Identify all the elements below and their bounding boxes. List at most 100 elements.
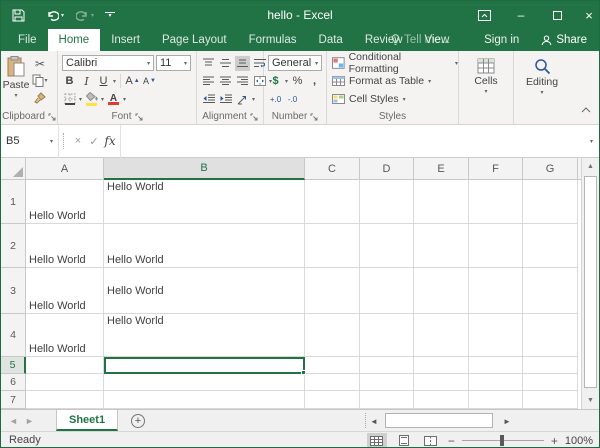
vertical-scrollbar[interactable]: ▲ ▼ bbox=[581, 158, 599, 409]
column-header-G[interactable]: G bbox=[523, 158, 578, 180]
confirm-entry-button[interactable]: ✓ bbox=[86, 131, 102, 151]
fill-handle[interactable] bbox=[301, 370, 306, 375]
font-name-combo[interactable]: Calibri▾ bbox=[62, 55, 154, 71]
column-header-C[interactable]: C bbox=[305, 158, 360, 180]
page-break-preview-button[interactable] bbox=[421, 433, 441, 448]
column-header-A[interactable]: A bbox=[26, 158, 104, 180]
bottom-align-button[interactable] bbox=[235, 56, 250, 71]
vertical-scrollbar-thumb[interactable] bbox=[584, 176, 597, 388]
cell-B6[interactable] bbox=[104, 374, 305, 391]
cell-F6[interactable] bbox=[469, 374, 523, 391]
name-box-dropdown-icon[interactable]: ▾ bbox=[50, 138, 53, 145]
paste-dropdown-icon[interactable]: ▾ bbox=[14, 92, 17, 99]
row-header-5[interactable]: 5 bbox=[1, 357, 26, 374]
tab-formulas[interactable]: Formulas bbox=[238, 29, 308, 51]
editing-button[interactable]: Editing ▾ bbox=[514, 54, 570, 112]
orientation-dropdown-icon[interactable]: ▾ bbox=[252, 96, 255, 103]
cell-G6[interactable] bbox=[523, 374, 578, 391]
cell-E4[interactable] bbox=[414, 314, 469, 357]
cell-C7[interactable] bbox=[305, 391, 360, 409]
sheet-tab-sheet1[interactable]: Sheet1 bbox=[56, 410, 118, 431]
next-sheet-icon[interactable]: ► bbox=[25, 410, 34, 432]
cell-E6[interactable] bbox=[414, 374, 469, 391]
zoom-out-button[interactable]: − bbox=[448, 434, 455, 448]
cell-E1[interactable] bbox=[414, 180, 469, 224]
format-painter-button[interactable] bbox=[31, 90, 49, 105]
scroll-down-icon[interactable]: ▼ bbox=[582, 392, 599, 409]
underline-button[interactable]: U bbox=[96, 74, 111, 89]
cell-A2[interactable]: Hello World bbox=[26, 224, 104, 268]
increase-decimal-button[interactable]: +.0 bbox=[268, 92, 283, 107]
font-color-button[interactable]: A bbox=[106, 92, 121, 107]
font-dialog-launcher-icon[interactable] bbox=[135, 113, 143, 121]
paste-button[interactable]: Paste ▾ bbox=[1, 54, 31, 108]
borders-dropdown-icon[interactable]: ▾ bbox=[79, 96, 82, 103]
increase-indent-button[interactable] bbox=[218, 92, 233, 107]
borders-button[interactable] bbox=[62, 92, 77, 107]
select-all-corner[interactable] bbox=[1, 158, 26, 180]
cell-B1[interactable]: Hello World bbox=[104, 180, 305, 224]
cell-E3[interactable] bbox=[414, 268, 469, 314]
hscroll-right-icon[interactable]: ► bbox=[500, 413, 514, 429]
cell-C5[interactable] bbox=[305, 357, 360, 374]
ribbon-display-options-icon[interactable] bbox=[473, 1, 495, 29]
cell-F1[interactable] bbox=[469, 180, 523, 224]
cell-F5[interactable] bbox=[469, 357, 523, 374]
collapse-ribbon-button[interactable] bbox=[581, 100, 591, 118]
column-header-D[interactable]: D bbox=[360, 158, 414, 180]
formula-bar-divider[interactable] bbox=[63, 133, 66, 149]
cell-B7[interactable] bbox=[104, 391, 305, 409]
cell-A3[interactable]: Hello World bbox=[26, 268, 104, 314]
tab-insert[interactable]: Insert bbox=[100, 29, 151, 51]
cells-dropdown-icon[interactable]: ▾ bbox=[484, 88, 487, 95]
zoom-slider[interactable] bbox=[462, 440, 544, 441]
alignment-dialog-launcher-icon[interactable] bbox=[250, 113, 258, 121]
cell-G2[interactable] bbox=[523, 224, 578, 268]
tab-page-layout[interactable]: Page Layout bbox=[151, 29, 238, 51]
fill-color-button[interactable] bbox=[84, 92, 99, 107]
minimize-button[interactable]: – bbox=[509, 1, 533, 29]
cell-C1[interactable] bbox=[305, 180, 360, 224]
column-header-F[interactable]: F bbox=[469, 158, 523, 180]
top-align-button[interactable] bbox=[201, 56, 216, 71]
copy-button[interactable]: ▾ bbox=[31, 73, 49, 88]
share-button[interactable]: Share bbox=[541, 34, 587, 46]
row-header-6[interactable]: 6 bbox=[1, 374, 26, 391]
accounting-dropdown-icon[interactable]: ▾ bbox=[285, 78, 288, 85]
grow-font-button[interactable]: A▲ bbox=[125, 74, 140, 89]
cell-C4[interactable] bbox=[305, 314, 360, 357]
cell-A4[interactable]: Hello World bbox=[26, 314, 104, 357]
normal-view-button[interactable] bbox=[367, 433, 387, 448]
cell-G5[interactable] bbox=[523, 357, 578, 374]
expand-formula-bar-icon[interactable]: ▾ bbox=[590, 138, 593, 145]
cell-B3[interactable]: Hello World bbox=[104, 268, 305, 314]
center-button[interactable] bbox=[218, 74, 233, 89]
cell-B4[interactable]: Hello World bbox=[104, 314, 305, 357]
decrease-decimal-button[interactable]: -.0 bbox=[285, 92, 300, 107]
row-header-2[interactable]: 2 bbox=[1, 224, 26, 268]
cell-A1[interactable]: Hello World bbox=[26, 180, 104, 224]
align-left-button[interactable] bbox=[201, 74, 216, 89]
previous-sheet-icon[interactable]: ◄ bbox=[9, 410, 18, 432]
accounting-format-button[interactable]: $ bbox=[268, 74, 283, 89]
cell-G7[interactable] bbox=[523, 391, 578, 409]
font-size-combo[interactable]: 11▾ bbox=[156, 55, 191, 71]
scroll-up-icon[interactable]: ▲ bbox=[582, 158, 599, 175]
cell-A7[interactable] bbox=[26, 391, 104, 409]
cells-button[interactable]: Cells ▾ bbox=[459, 54, 513, 112]
cell-C2[interactable] bbox=[305, 224, 360, 268]
formula-input[interactable] bbox=[123, 125, 590, 158]
align-right-button[interactable] bbox=[235, 74, 250, 89]
row-header-7[interactable]: 7 bbox=[1, 391, 26, 409]
horizontal-scrollbar[interactable] bbox=[383, 413, 499, 429]
editing-dropdown-icon[interactable]: ▾ bbox=[540, 89, 543, 96]
horizontal-scrollbar-thumb[interactable] bbox=[385, 413, 493, 428]
cell-D4[interactable] bbox=[360, 314, 414, 357]
row-header-1[interactable]: 1 bbox=[1, 180, 26, 224]
cell-E2[interactable] bbox=[414, 224, 469, 268]
cell-B2[interactable]: Hello World bbox=[104, 224, 305, 268]
cell-F3[interactable] bbox=[469, 268, 523, 314]
cell-D5[interactable] bbox=[360, 357, 414, 374]
cell-styles-button[interactable]: Cell Styles▾ bbox=[327, 90, 458, 108]
cell-E7[interactable] bbox=[414, 391, 469, 409]
